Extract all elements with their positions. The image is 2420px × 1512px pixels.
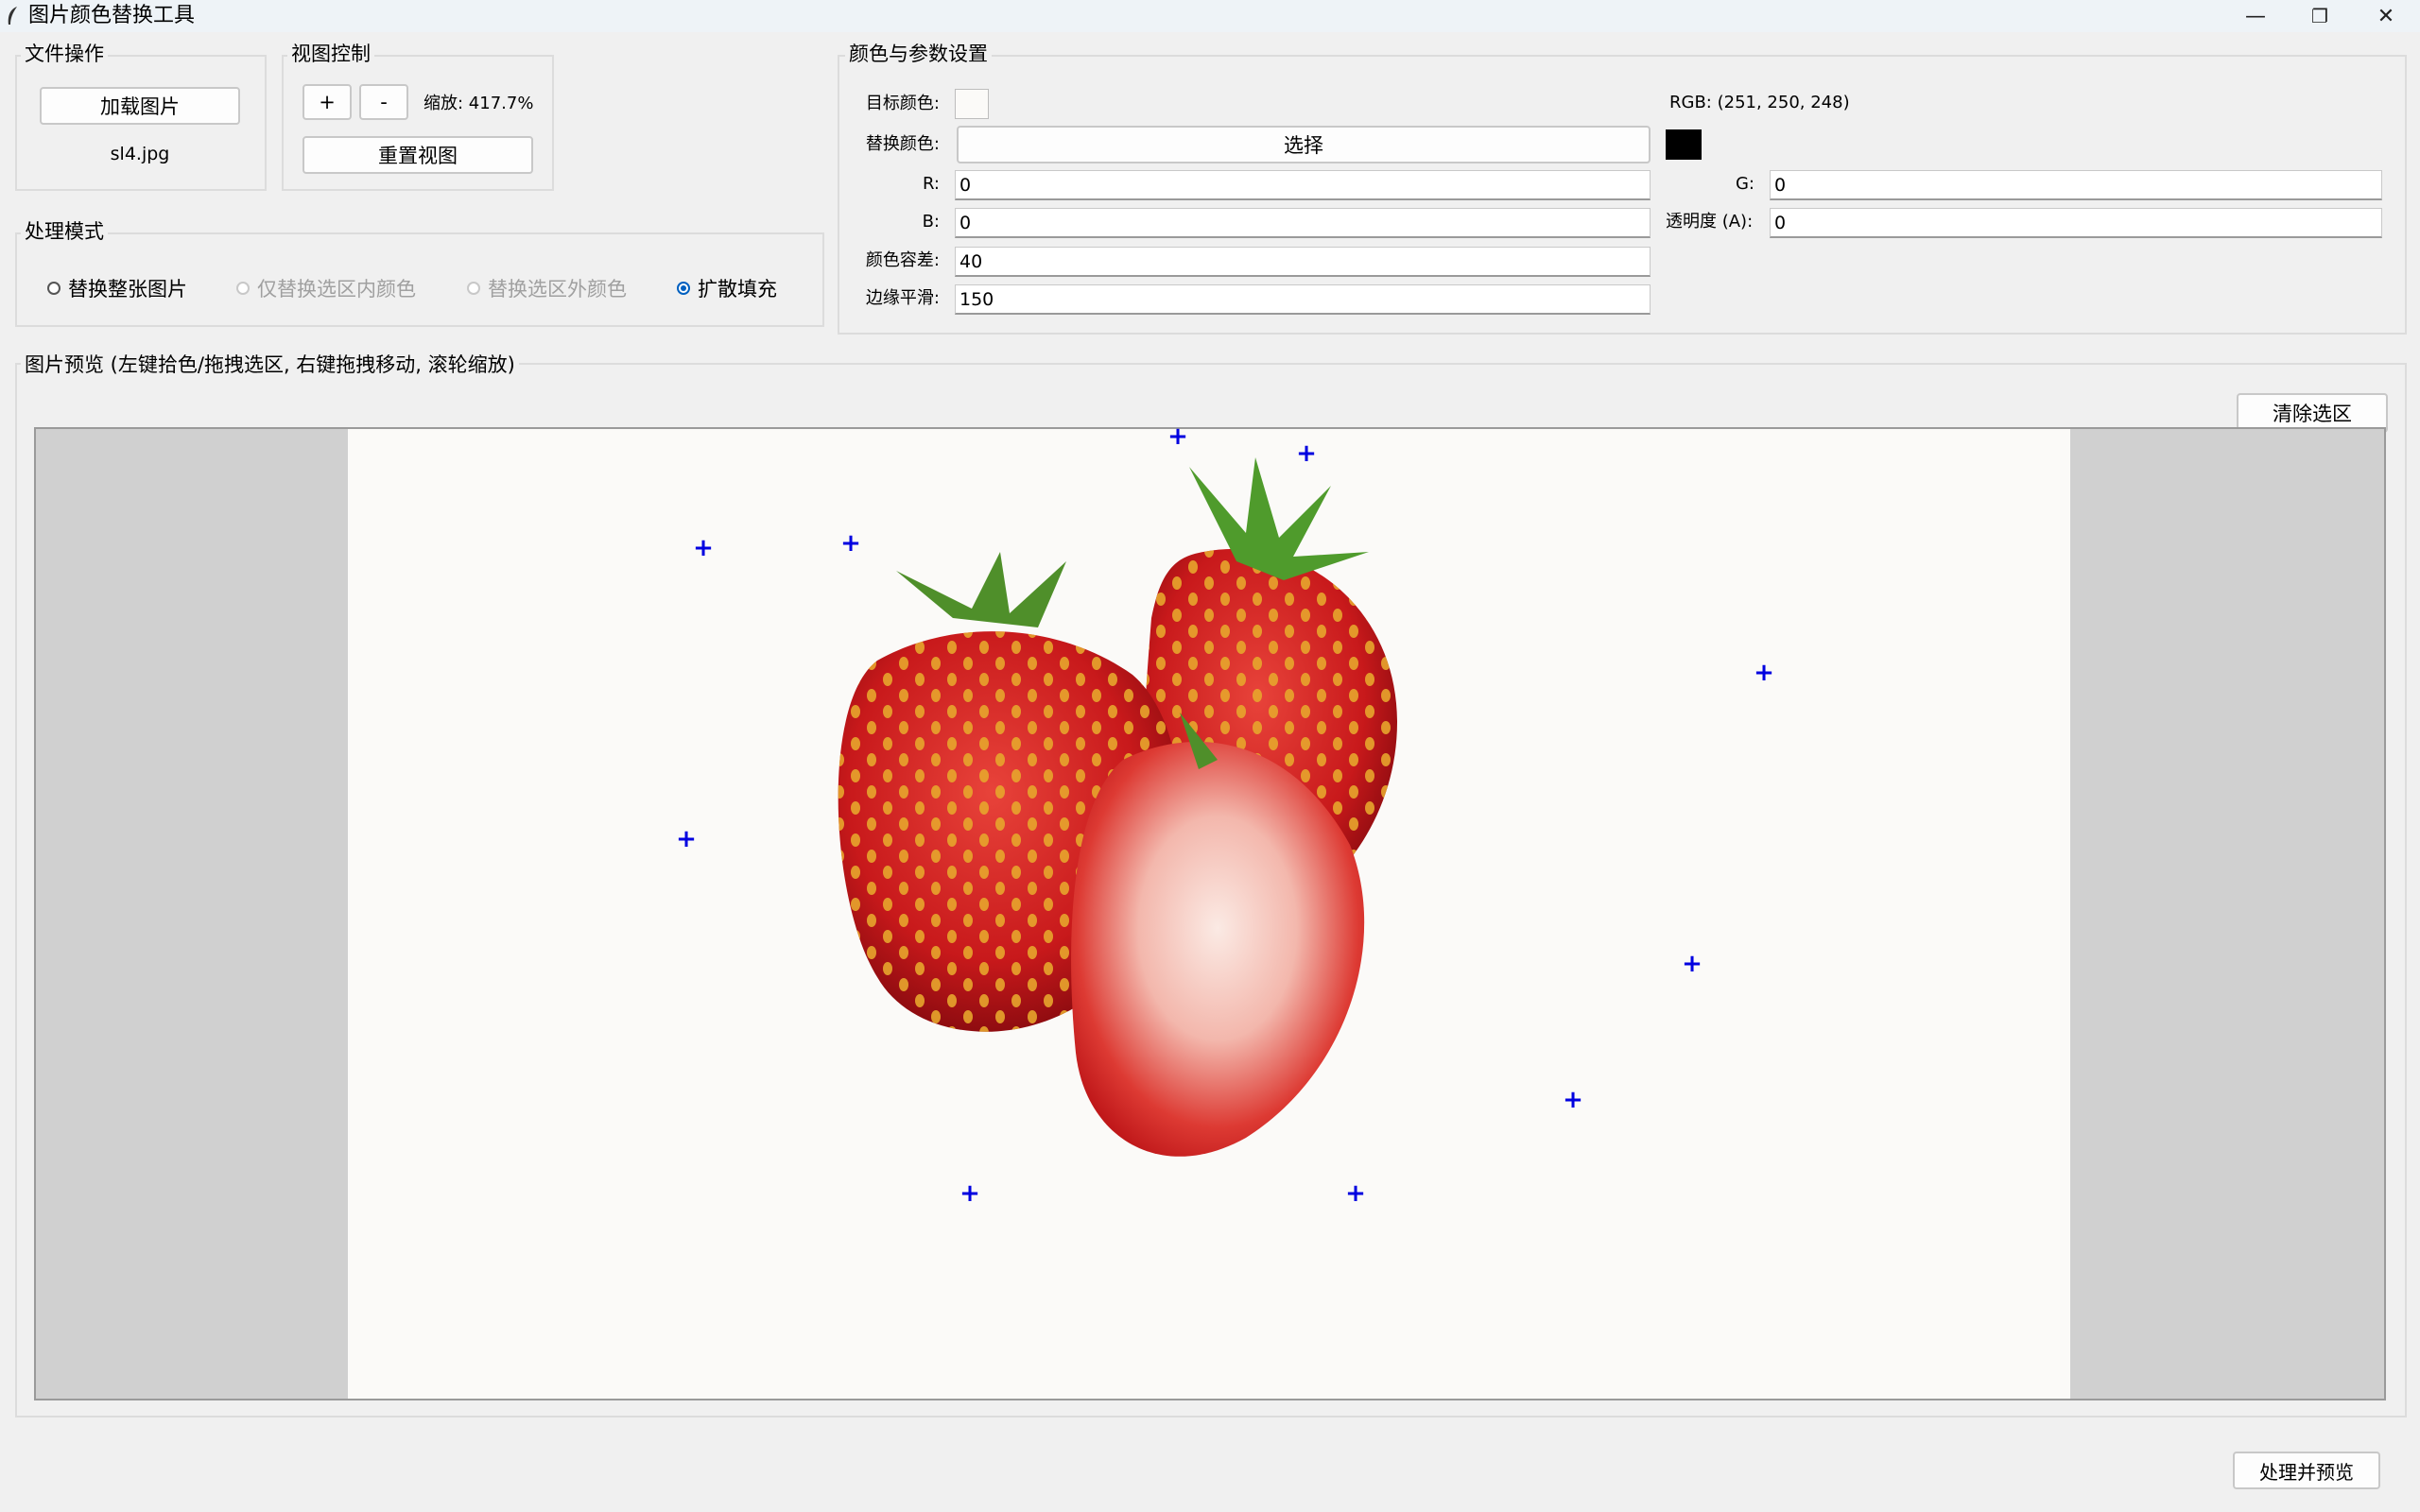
selection-point-marker: + [676, 825, 697, 853]
b-input[interactable]: 0 [955, 208, 1651, 238]
alpha-label: 透明度 (A): [1666, 212, 1754, 232]
zoom-out-button[interactable]: - [359, 84, 408, 120]
view-control-label: 视图控制 [287, 42, 374, 66]
selection-point-marker: + [1345, 1179, 1366, 1208]
b-label: B: [922, 212, 940, 232]
filename-label: sl4.jpg [110, 144, 170, 164]
selection-point-marker: + [840, 529, 861, 558]
replace-color-swatch [1666, 129, 1702, 160]
selection-point-marker: + [1754, 659, 1774, 687]
radio-circle[interactable] [467, 282, 480, 295]
radio-circle[interactable] [47, 282, 60, 295]
selection-point-marker: + [1682, 950, 1703, 978]
mode-option-whole[interactable]: 替换整张图片 [47, 274, 187, 302]
close-button[interactable]: ✕ [2354, 0, 2418, 32]
radio-circle[interactable] [677, 282, 690, 295]
radio-circle[interactable] [236, 282, 250, 295]
r-label: R: [922, 174, 940, 194]
select-color-button[interactable]: 选择 [957, 126, 1651, 163]
preview-canvas[interactable] [34, 427, 2386, 1400]
mode-option-label: 替换选区外颜色 [488, 278, 627, 301]
mode-option-label: 仅替换选区内颜色 [257, 278, 416, 301]
g-input[interactable]: 0 [1770, 170, 2382, 200]
mode-option-flood-fill[interactable]: 扩散填充 [677, 274, 777, 302]
mode-option-inside[interactable]: 仅替换选区内颜色 [236, 274, 416, 302]
smoothing-label: 边缘平滑: [865, 288, 940, 308]
selection-point-marker: + [1296, 439, 1317, 468]
tolerance-input[interactable]: 40 [955, 247, 1651, 277]
selection-point-marker: + [1167, 422, 1188, 451]
mode-option-label: 扩散填充 [698, 278, 777, 301]
smoothing-input[interactable]: 150 [955, 284, 1651, 315]
restore-button[interactable]: ❐ [2288, 0, 2352, 32]
alpha-input[interactable]: 0 [1770, 208, 2382, 238]
title-bar [0, 0, 2420, 32]
process-preview-button[interactable]: 处理并预览 [2233, 1452, 2380, 1489]
replace-color-label: 替换颜色: [865, 134, 940, 154]
mode-option-outside[interactable]: 替换选区外颜色 [467, 274, 627, 302]
minimize-button[interactable]: — [2223, 0, 2288, 32]
preview-label: 图片预览 (左键拾色/拖拽选区, 右键拖拽移动, 滚轮缩放) [21, 352, 519, 377]
preview-image[interactable] [348, 429, 2070, 1399]
feather-icon [6, 6, 19, 26]
mode-label: 处理模式 [21, 219, 108, 244]
target-color-swatch[interactable] [955, 89, 989, 119]
tolerance-label: 颜色容差: [865, 250, 940, 270]
load-image-button[interactable]: 加载图片 [40, 87, 240, 125]
selection-point-marker: + [693, 534, 714, 562]
target-color-label: 目标颜色: [865, 94, 940, 113]
g-label: G: [1735, 174, 1754, 194]
r-input[interactable]: 0 [955, 170, 1651, 200]
params-label: 颜色与参数设置 [845, 42, 992, 66]
selection-point-marker: + [959, 1179, 980, 1208]
file-ops-label: 文件操作 [21, 42, 108, 66]
strawberries-image [838, 457, 1397, 1157]
zoom-in-button[interactable]: + [302, 84, 352, 120]
mode-option-label: 替换整张图片 [68, 278, 187, 301]
window-title: 图片颜色替换工具 [28, 4, 196, 27]
reset-view-button[interactable]: 重置视图 [302, 136, 533, 174]
zoom-level-text: 缩放: 417.7% [424, 94, 534, 113]
target-rgb-text: RGB: (251, 250, 248) [1669, 93, 1850, 112]
selection-point-marker: + [1563, 1086, 1583, 1114]
